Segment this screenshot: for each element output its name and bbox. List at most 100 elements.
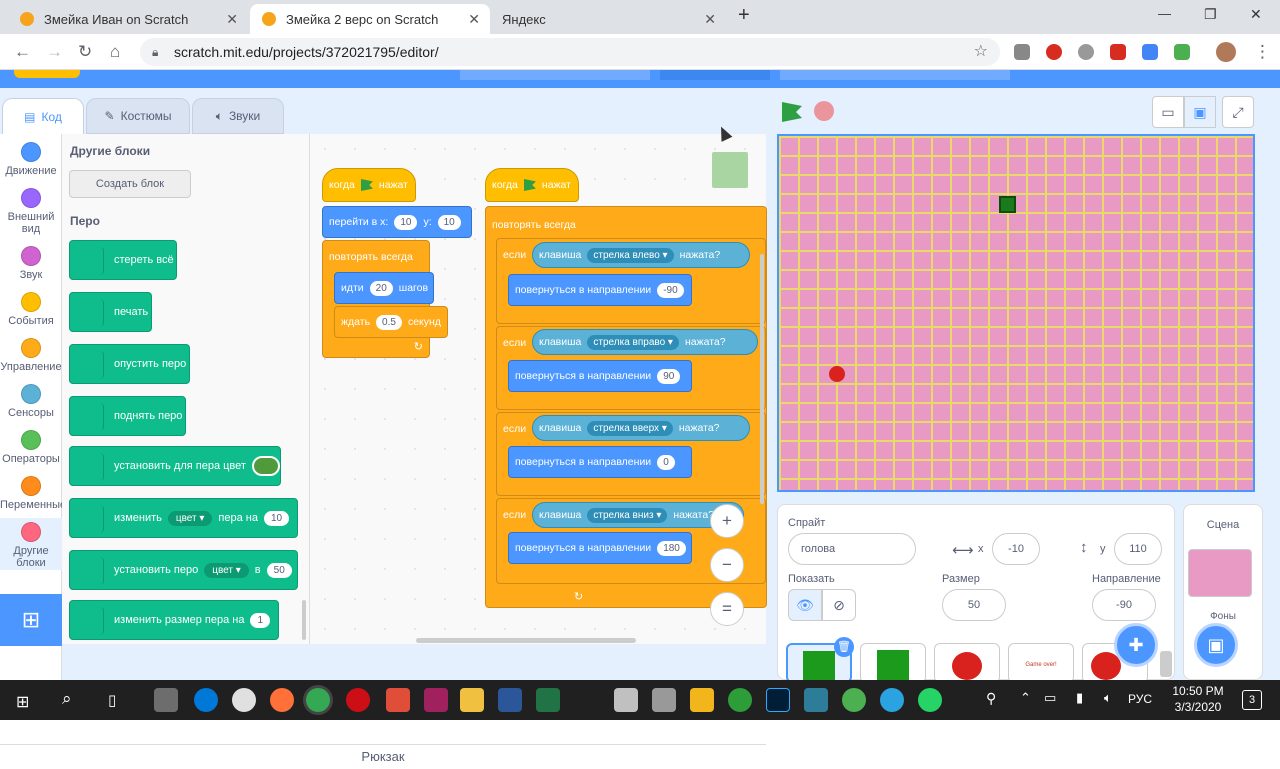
- key-pressed-block[interactable]: клавиша стрелка вверх ▾ нажата?: [532, 415, 750, 441]
- key-dropdown[interactable]: стрелка вниз ▾: [587, 507, 668, 523]
- param-dropdown[interactable]: цвет ▾: [204, 562, 249, 578]
- y-input[interactable]: 10: [437, 214, 461, 230]
- direction-input[interactable]: -90: [657, 282, 684, 298]
- pen-stamp-block[interactable]: печать: [69, 292, 152, 332]
- sprite-size-input[interactable]: 50: [942, 589, 1006, 621]
- workspace-vertical-scrollbar[interactable]: [760, 254, 764, 504]
- translate-icon[interactable]: [1142, 44, 1158, 60]
- change-pen-size-block[interactable]: изменить размер пера на 1: [69, 600, 279, 640]
- steps-input[interactable]: 20: [369, 280, 393, 296]
- zoom-in-button[interactable]: +: [710, 504, 744, 538]
- see-project-button[interactable]: [780, 70, 1010, 80]
- tab-sounds[interactable]: 🔈︎ Звуки: [192, 98, 284, 134]
- photoshop-icon[interactable]: [766, 688, 790, 712]
- palette-scrollbar[interactable]: [302, 600, 306, 640]
- category-looks[interactable]: Внешний вид: [0, 188, 62, 235]
- opera-icon[interactable]: [346, 688, 370, 712]
- category-operators[interactable]: Операторы: [0, 430, 62, 465]
- yandex-browser-icon[interactable]: [232, 688, 256, 712]
- workspace-horizontal-scrollbar[interactable]: [416, 638, 636, 643]
- sprite-x-input[interactable]: -10: [992, 533, 1040, 565]
- show-visible-button[interactable]: 👁︎: [788, 589, 822, 621]
- seconds-input[interactable]: 0.5: [376, 314, 402, 330]
- taskbar-app-icon[interactable]: [842, 688, 866, 712]
- change-pen-param-block[interactable]: изменить цвет ▾ пера на 10: [69, 498, 298, 538]
- extension-icon[interactable]: [1014, 44, 1030, 60]
- sprite-thumb-game-over[interactable]: Game over!: [1008, 643, 1074, 683]
- sprite-y-input[interactable]: 110: [1114, 533, 1162, 565]
- profile-avatar[interactable]: [1216, 42, 1236, 62]
- maximize-button[interactable]: ❐: [1204, 6, 1217, 23]
- project-title-field[interactable]: [460, 70, 650, 80]
- sprite-thumb-apple[interactable]: [934, 643, 1000, 683]
- green-flag-icon[interactable]: [782, 102, 802, 122]
- scratch-logo[interactable]: [14, 70, 80, 78]
- backdrop-thumbnail[interactable]: [1188, 549, 1252, 597]
- sprite-list-scrollbar[interactable]: [1160, 651, 1172, 677]
- excel-icon[interactable]: [536, 688, 560, 712]
- key-dropdown[interactable]: стрелка вправо ▾: [587, 334, 679, 350]
- chrome-icon[interactable]: [306, 688, 330, 712]
- fullscreen-button[interactable]: ⤢: [1222, 96, 1254, 128]
- category-events[interactable]: События: [0, 292, 62, 327]
- wait-block[interactable]: ждать 0.5 секунд: [334, 306, 448, 338]
- pen-up-block[interactable]: поднять перо: [69, 396, 186, 436]
- stage-canvas[interactable]: [777, 134, 1255, 492]
- direction-input[interactable]: 90: [657, 368, 681, 384]
- point-direction-block[interactable]: повернуться в направлении 180: [508, 532, 692, 564]
- bookmark-star-icon[interactable]: ☆: [974, 38, 988, 66]
- browser-tab-2[interactable]: Змейка 2 верс on Scratch ✕: [250, 4, 490, 34]
- task-view-icon[interactable]: ▯: [108, 691, 116, 709]
- set-pen-color-block[interactable]: установить для пера цвет: [69, 446, 281, 486]
- zoom-out-button[interactable]: −: [710, 548, 744, 582]
- category-motion[interactable]: Движение: [0, 142, 62, 177]
- file-explorer-icon[interactable]: [460, 688, 484, 712]
- value-input[interactable]: 50: [266, 562, 292, 578]
- home-icon[interactable]: ⌂: [110, 42, 120, 62]
- close-window-button[interactable]: ✕: [1250, 6, 1262, 23]
- telegram-icon[interactable]: [880, 688, 904, 712]
- clock-time[interactable]: 10:50 PM: [1166, 684, 1230, 698]
- whatsapp-icon[interactable]: [918, 688, 942, 712]
- point-direction-block[interactable]: повернуться в направлении 0: [508, 446, 692, 478]
- taskbar-app-icon[interactable]: [804, 688, 828, 712]
- param-dropdown[interactable]: цвет ▾: [167, 510, 213, 526]
- key-dropdown[interactable]: стрелка вверх ▾: [587, 420, 673, 436]
- minimize-button[interactable]: —: [1158, 6, 1171, 21]
- back-arrow-icon[interactable]: ←: [14, 42, 31, 62]
- edge-icon[interactable]: [194, 688, 218, 712]
- url-field[interactable]: 🔒︎ scratch.mit.edu/projects/372021795/ed…: [140, 38, 1000, 66]
- color-swatch[interactable]: [251, 456, 280, 476]
- taskbar-app-icon[interactable]: [614, 688, 638, 712]
- taskbar-app-icon[interactable]: [728, 688, 752, 712]
- backpack-bar[interactable]: Рюкзак: [0, 744, 766, 768]
- move-steps-block[interactable]: идти 20 шагов: [334, 272, 434, 304]
- extension-icon[interactable]: [1174, 44, 1190, 60]
- category-sound[interactable]: Звук: [0, 246, 62, 281]
- firefox-icon[interactable]: [270, 688, 294, 712]
- x-input[interactable]: 10: [394, 214, 418, 230]
- close-tab-icon[interactable]: ✕: [468, 11, 480, 28]
- notification-center-icon[interactable]: 3: [1242, 690, 1262, 710]
- extension-icon[interactable]: [1078, 44, 1094, 60]
- snake-head-sprite[interactable]: [999, 196, 1016, 213]
- new-tab-button[interactable]: +: [738, 4, 750, 27]
- make-block-button[interactable]: Создать блок: [69, 170, 191, 198]
- direction-input[interactable]: 180: [657, 540, 686, 556]
- tab-code[interactable]: ▤ Код: [2, 98, 84, 134]
- goto-xy-block[interactable]: перейти в x: 10 y: 10: [322, 206, 472, 238]
- zoom-reset-button[interactable]: =: [710, 592, 744, 626]
- sprite-thumb[interactable]: [860, 643, 926, 683]
- category-control[interactable]: Управление: [0, 338, 62, 373]
- key-pressed-block[interactable]: клавиша стрелка влево ▾ нажата?: [532, 242, 750, 268]
- add-backdrop-button[interactable]: ▣: [1194, 623, 1238, 667]
- add-extension-button[interactable]: ⊞: [0, 594, 62, 646]
- clock-date[interactable]: 3/3/2020: [1166, 700, 1230, 714]
- show-hidden-button[interactable]: ⊘: [822, 589, 856, 621]
- small-stage-button[interactable]: ▭: [1152, 96, 1184, 128]
- direction-input[interactable]: 0: [657, 454, 675, 470]
- volume-icon[interactable]: 🔈︎: [1104, 690, 1112, 706]
- apple-sprite[interactable]: [829, 366, 845, 382]
- taskbar-app-icon[interactable]: [386, 688, 410, 712]
- normal-stage-button[interactable]: ▣: [1184, 96, 1216, 128]
